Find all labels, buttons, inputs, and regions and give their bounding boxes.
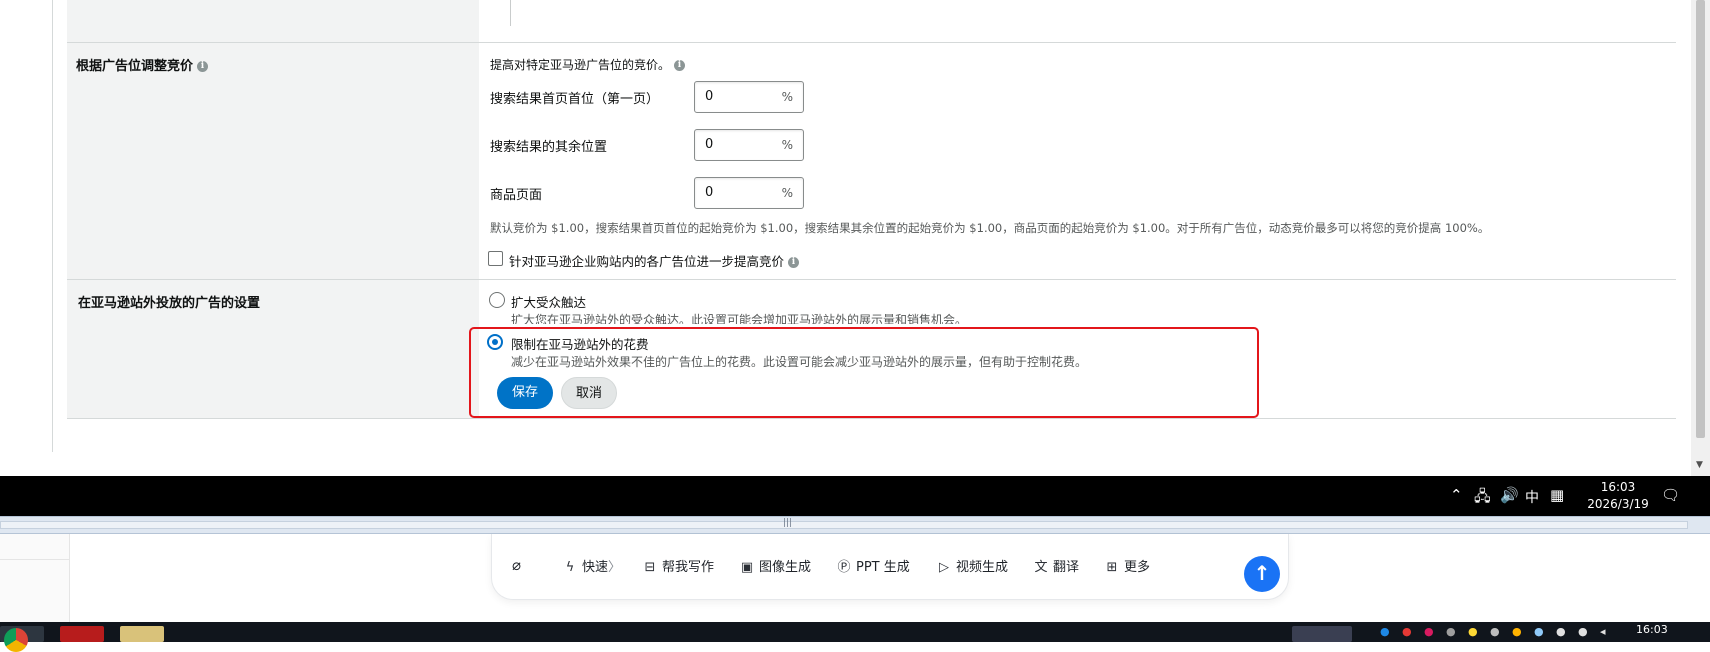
chat-sidebar (0, 534, 70, 622)
running-app-icon[interactable] (1292, 626, 1352, 642)
placement-row-label-product: 商品页面 (490, 188, 543, 203)
ime-indicator[interactable]: 中 (1525, 487, 1539, 507)
remote-taskbar: ⌃ 🖧 🔊 中 ▦ 16:03 2026/3/19 🗨 (0, 476, 1710, 516)
percent-unit: % (781, 138, 793, 152)
host-taskbar: ● ● ● ● ● ● ● ● ● ● ◂ 16:03 (0, 622, 1710, 652)
info-icon[interactable]: i (674, 60, 686, 71)
tool-write[interactable]: ⊟ 帮我写作 (642, 556, 714, 575)
placement-row-label-top: 搜索结果首页首位（第一页） (490, 92, 660, 107)
chat-composer-toolbar: ⌀ ϟ 快速〉 ⊟ 帮我写作 ▣ 图像生成 Ⓟ PPT 生成 ▷ 视频生成 文翻译 ⊞ 更多 (491, 534, 1289, 600)
remote-time: 16:03 (1600, 480, 1636, 494)
lightning-icon: ϟ (565, 560, 575, 575)
tool-translate[interactable]: 文翻译 (1033, 556, 1079, 575)
chrome-logo (4, 628, 28, 652)
placement-row-label-rest: 搜索结果的其余位置 (490, 140, 608, 155)
scroll-down-arrow-icon[interactable]: ▼ (1696, 460, 1703, 470)
tray-app-icon[interactable]: ● (1446, 625, 1456, 638)
write-icon: ⊟ (644, 560, 656, 575)
window-splitter[interactable]: ||| (0, 516, 1710, 534)
tool-image[interactable]: ▣ 图像生成 (739, 556, 811, 575)
expand-reach-radio[interactable] (489, 292, 505, 308)
image-icon: ▣ (740, 560, 754, 575)
filezilla-app-icon[interactable] (60, 626, 104, 642)
left-divider (52, 0, 53, 452)
remote-clock[interactable]: 16:03 2026/3/19 (1578, 479, 1658, 513)
tray-app-icon[interactable]: ● (1424, 625, 1434, 638)
horizontal-scrollbar[interactable] (0, 521, 1688, 529)
ppt-icon: Ⓟ (837, 560, 851, 575)
remote-date: 2026/3/19 (1587, 497, 1649, 511)
section-divider (67, 279, 1676, 280)
tray-app-icon[interactable]: ● (1380, 625, 1390, 638)
tool-more[interactable]: ⊞ 更多 (1104, 556, 1150, 575)
vertical-scrollbar[interactable]: ▼ (1691, 0, 1710, 476)
attach-paperclip-icon[interactable]: ⌀ (512, 556, 521, 574)
annotation-highlight-box (469, 327, 1259, 418)
default-bid-note: 默认竞价为 $1.00，搜索结果首页首位的起始竞价为 $1.00，搜索结果其余位… (490, 221, 1490, 235)
section-divider (67, 42, 1676, 43)
tray-app-icon[interactable]: ● (1534, 625, 1544, 638)
video-icon: ▷ (939, 560, 949, 575)
input-value[interactable]: 0 (705, 137, 713, 152)
placement-intro: 提高对特定亚马逊广告位的竞价。 i (490, 56, 686, 73)
send-arrow-icon[interactable]: ↑ (1244, 556, 1280, 592)
previous-section-edge (510, 0, 511, 26)
input-value[interactable]: 0 (705, 89, 713, 104)
product-page-percent-input[interactable]: 0 % (694, 177, 804, 209)
business-checkbox-label-text[interactable]: 针对亚马逊企业购站内的各广告位进一步提高竞价 (509, 254, 784, 269)
volume-icon[interactable]: ◂ (1600, 625, 1606, 638)
input-value[interactable]: 0 (705, 185, 713, 200)
tray-app-icon[interactable]: ● (1468, 625, 1478, 638)
tool-video-label: 视频生成 (956, 560, 1009, 575)
placement-bid-label: 根据广告位调整竞价 i (76, 55, 209, 74)
section-divider (67, 418, 1676, 419)
info-icon[interactable]: i (197, 61, 209, 72)
placement-intro-text: 提高对特定亚马逊广告位的竞价。 (490, 58, 671, 72)
top-of-search-percent-input[interactable]: 0 % (694, 81, 804, 113)
tool-more-label: 更多 (1124, 560, 1151, 575)
scrollbar-thumb[interactable] (1696, 0, 1705, 438)
sidebar-divider (0, 559, 70, 560)
info-icon[interactable]: i (788, 257, 800, 268)
tool-quick[interactable]: ϟ 快速〉 (562, 556, 621, 575)
expand-reach-desc: 扩大您在亚马逊站外的受众触达。此设置可能会增加亚马逊站外的展示量和销售机会。 (511, 313, 968, 324)
tool-image-label: 图像生成 (759, 560, 812, 575)
offsite-settings-label: 在亚马逊站外投放的广告的设置 (78, 296, 261, 311)
business-placement-checkbox[interactable] (488, 251, 503, 266)
tool-ppt[interactable]: Ⓟ PPT 生成 (836, 556, 910, 575)
file-explorer-app-icon[interactable] (120, 626, 164, 642)
tray-app-icon[interactable]: ● (1556, 625, 1566, 638)
chrome-app-icon[interactable] (0, 626, 44, 652)
tool-ppt-label: PPT 生成 (856, 560, 910, 575)
tray-app-icon[interactable]: ● (1578, 625, 1588, 638)
keyboard-layout-icon[interactable]: ▦ (1550, 486, 1564, 504)
amazon-ad-settings-page: 根据广告位调整竞价 i 提高对特定亚马逊广告位的竞价。 i 搜索结果首页首位（第一页… (0, 0, 1710, 476)
notification-icon[interactable]: 🗨 (1661, 486, 1680, 504)
translate-icon: 文 (1034, 560, 1048, 575)
chat-app-area: ⌀ ϟ 快速〉 ⊟ 帮我写作 ▣ 图像生成 Ⓟ PPT 生成 ▷ 视频生成 文翻译 ⊞ 更多 (0, 534, 1710, 622)
tool-video[interactable]: ▷ 视频生成 (936, 556, 1008, 575)
show-hidden-icons-chevron-icon[interactable]: ⌃ (1450, 486, 1463, 504)
business-checkbox-label: 针对亚马逊企业购站内的各广告位进一步提高竞价 i (509, 251, 800, 270)
volume-icon[interactable]: 🔊 (1500, 486, 1519, 504)
percent-unit: % (781, 186, 793, 200)
tool-write-label: 帮我写作 (662, 560, 715, 575)
rest-of-search-percent-input[interactable]: 0 % (694, 129, 804, 161)
tray-app-icon[interactable]: ● (1402, 625, 1412, 638)
tray-app-icon[interactable]: ● (1512, 625, 1522, 638)
quick-chevron-icon: 〉 (608, 560, 622, 575)
network-icon[interactable]: 🖧 (1474, 486, 1491, 511)
tray-app-icon[interactable]: ● (1490, 625, 1500, 638)
tool-translate-label: 翻译 (1053, 560, 1080, 575)
grid-icon: ⊞ (1106, 560, 1118, 575)
expand-reach-title[interactable]: 扩大受众触达 (511, 292, 586, 311)
tool-quick-label: 快速 (582, 560, 609, 575)
splitter-grip-icon[interactable]: ||| (783, 518, 792, 528)
host-clock[interactable]: 16:03 (1636, 623, 1668, 636)
placement-bid-label-text: 根据广告位调整竞价 (76, 59, 194, 74)
percent-unit: % (781, 90, 793, 104)
